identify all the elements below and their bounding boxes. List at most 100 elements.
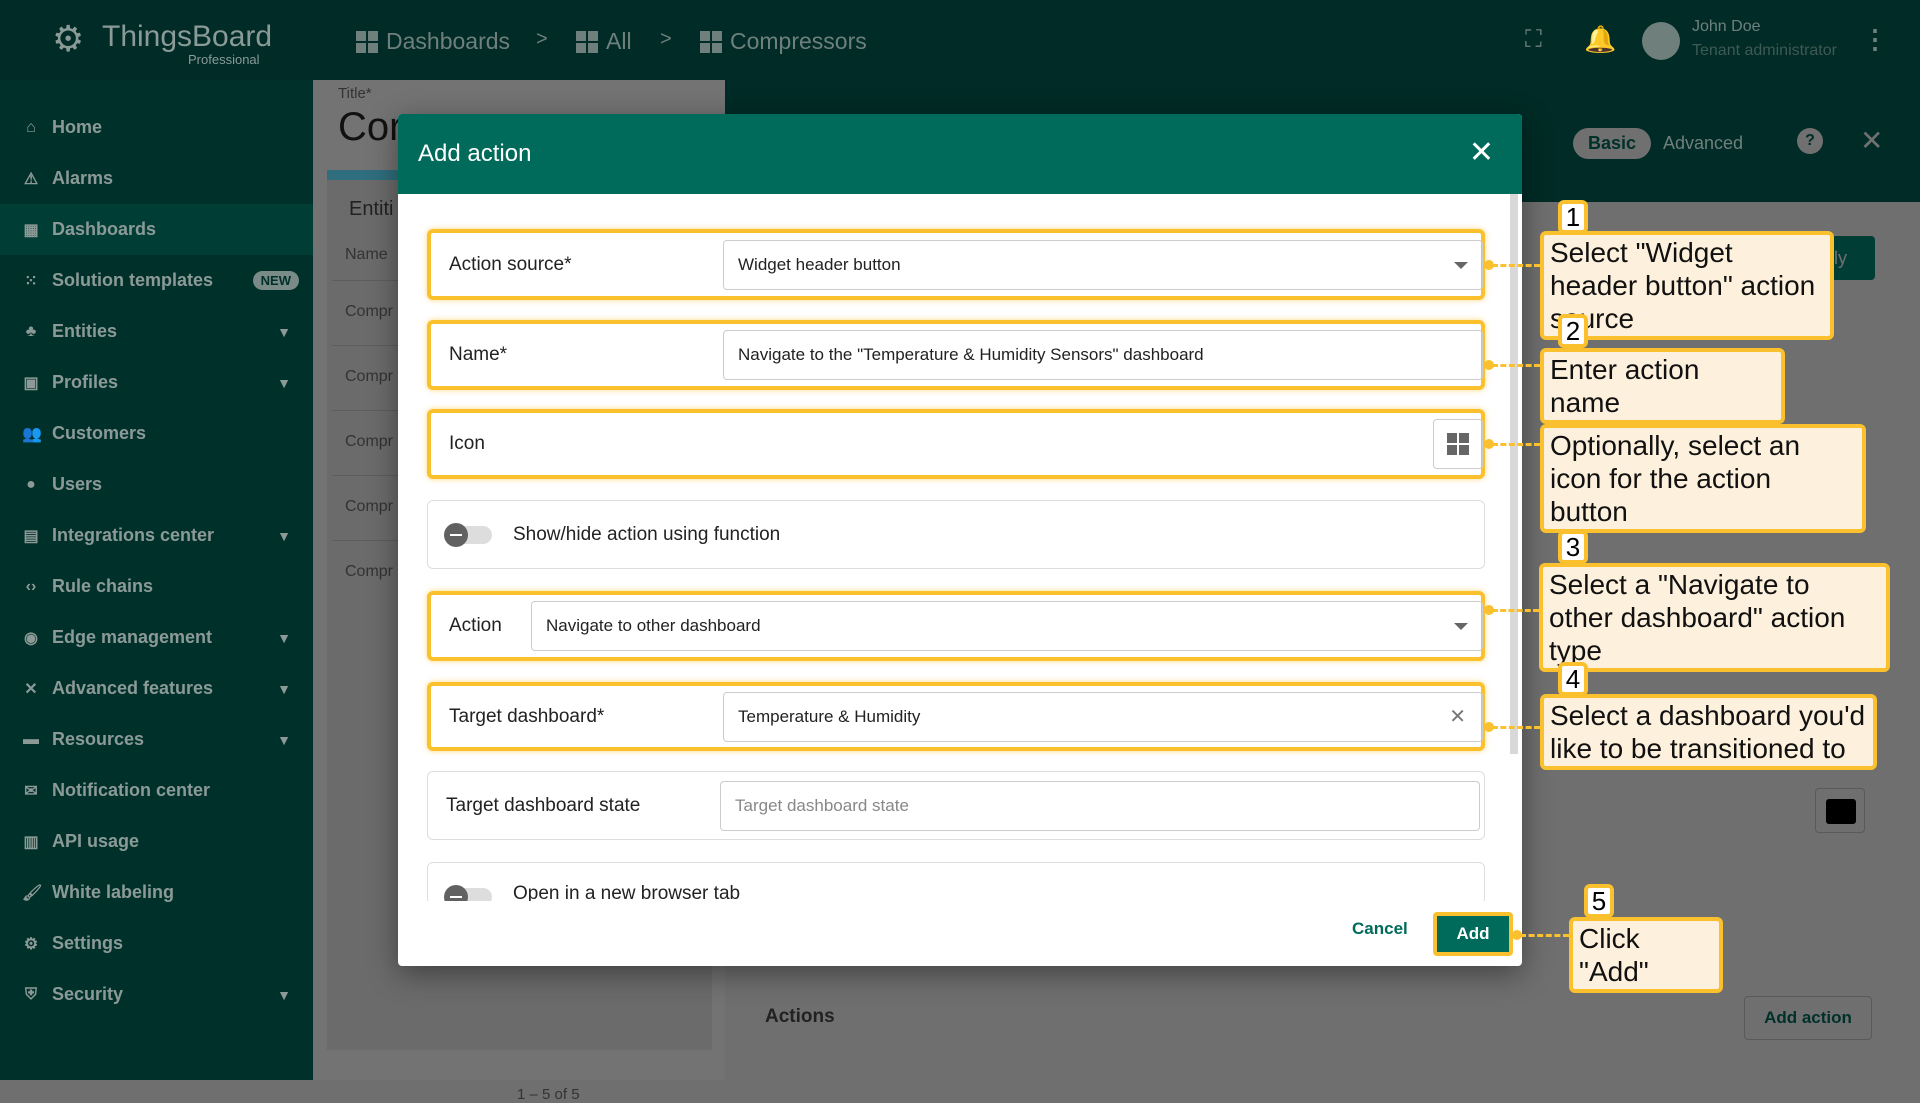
sidebar-item-solution-templates[interactable]: ⁙ Solution templates NEW: [0, 255, 313, 306]
chevron-down-icon[interactable]: ▼: [277, 528, 291, 544]
sidebar-item-advanced-features[interactable]: ✕ Advanced features ▼: [0, 663, 313, 714]
callout-5: Click "Add": [1569, 917, 1723, 993]
sidebar-item-dashboards[interactable]: ▦ Dashboards: [0, 204, 313, 255]
sidebar-item-security[interactable]: ⛨ Security ▼: [0, 969, 313, 1020]
edge-management-icon: ◉: [24, 629, 38, 647]
clip: Open in a new browser tab: [398, 862, 1508, 901]
clear-icon[interactable]: ✕: [1449, 704, 1466, 729]
select-value: Navigate to other dashboard: [546, 616, 761, 635]
entities-icon: ♣: [25, 322, 37, 340]
more-menu-icon[interactable]: ⋮: [1862, 24, 1888, 55]
name-label: Name*: [449, 344, 508, 365]
close-icon[interactable]: ✕: [1469, 138, 1494, 168]
action-source-select[interactable]: Widget header button: [723, 239, 1483, 290]
breadcrumb-separator: >: [536, 28, 548, 50]
sidebar-item-profiles[interactable]: ▣ Profiles ▼: [0, 357, 313, 408]
chevron-down-icon[interactable]: ▼: [277, 630, 291, 646]
advanced-features-icon: ✕: [24, 680, 38, 698]
sidebar-item-white-labeling[interactable]: 🖌 White labeling: [0, 867, 313, 918]
add-label: Add: [1456, 924, 1490, 943]
action-row: Action Navigate to other dashboard: [427, 591, 1485, 661]
target-state-row: Target dashboard state Target dashboard …: [427, 771, 1485, 840]
sidebar-item-edge-management[interactable]: ◉ Edge management ▼: [0, 612, 313, 663]
title-label: Title*: [338, 85, 372, 102]
callout-connector: [1492, 609, 1539, 612]
target-state-input[interactable]: Target dashboard state: [720, 780, 1480, 831]
color-swatch[interactable]: [1815, 788, 1865, 833]
close-settings-icon[interactable]: ✕: [1860, 124, 1883, 157]
icon-picker-button[interactable]: [1433, 419, 1483, 469]
callout-number: 2: [1558, 314, 1588, 348]
callout-3: Select a "Navigate to other dashboard" a…: [1539, 563, 1890, 672]
breadcrumb-label: Compressors: [730, 28, 867, 54]
add-button[interactable]: Add: [1433, 912, 1513, 956]
sidebar-item-users[interactable]: ● Users: [0, 459, 313, 510]
chevron-down-icon[interactable]: ▼: [277, 732, 291, 748]
input-value: Navigate to the "Temperature & Humidity …: [738, 345, 1204, 364]
sidebar-item-integrations-center[interactable]: ▤ Integrations center ▼: [0, 510, 313, 561]
sidebar-item-customers[interactable]: 👥 Customers: [0, 408, 313, 459]
callout-2: Enter action name: [1540, 348, 1785, 424]
target-dashboard-label: Target dashboard*: [449, 705, 605, 727]
action-label: Action: [449, 615, 502, 636]
input-placeholder: Target dashboard state: [735, 795, 909, 815]
resources-icon: ▬: [23, 730, 39, 748]
breadcrumb-label: Dashboards: [386, 28, 511, 54]
widget-title: Entiti: [349, 198, 394, 220]
sidebar-item-rule-chains[interactable]: ‹› Rule chains: [0, 561, 313, 612]
icon-row: Icon: [427, 409, 1485, 479]
chevron-down-icon[interactable]: ▼: [277, 375, 291, 391]
basic-mode-toggle[interactable]: Basic: [1573, 128, 1652, 159]
callout-4: Select a dashboard you'd like to be tran…: [1540, 694, 1877, 770]
actions-heading: Actions: [765, 1006, 835, 1027]
icon-label: Icon: [449, 433, 485, 454]
action-source-row: Action source* Widget header button: [427, 229, 1485, 300]
cancel-button[interactable]: Cancel: [1352, 919, 1408, 939]
sidebar-item-label: Profiles: [52, 372, 119, 392]
logo[interactable]: ⚙ ThingsBoard Professional: [52, 16, 272, 68]
action-type-select[interactable]: Navigate to other dashboard: [531, 601, 1483, 651]
dialog-header: Add action: [398, 114, 1522, 194]
dashboard-icon: [356, 30, 378, 53]
sidebar-item-settings[interactable]: ⚙ Settings: [0, 918, 313, 969]
customers-icon: 👥: [22, 425, 42, 443]
chevron-down-icon[interactable]: ▼: [277, 681, 291, 697]
show-hide-toggle[interactable]: [444, 522, 492, 547]
sidebar-item-entities[interactable]: ♣ Entities ▼: [0, 306, 313, 357]
advanced-mode-toggle[interactable]: Advanced: [1663, 133, 1743, 154]
breadcrumb-all[interactable]: All: [576, 28, 632, 55]
dashboards-icon: ▦: [23, 221, 39, 239]
sidebar-item-label: Advanced features: [52, 678, 214, 698]
help-icon[interactable]: ?: [1797, 128, 1823, 154]
integrations-center-icon: ▤: [23, 527, 39, 545]
new-tab-toggle[interactable]: [444, 885, 492, 901]
sidebar-item-label: Security: [52, 984, 124, 1004]
profiles-icon: ▣: [23, 374, 39, 392]
avatar[interactable]: [1642, 22, 1680, 60]
settings-icon: ⚙: [23, 935, 39, 953]
name-row: Name* Navigate to the "Temperature & Hum…: [427, 320, 1485, 390]
sidebar-item-alarms[interactable]: ⚠ Alarms: [0, 153, 313, 204]
bell-icon[interactable]: 🔔: [1584, 24, 1616, 55]
logo-icon: ⚙: [52, 18, 85, 59]
callout-connector: [1492, 264, 1540, 267]
sidebar-item-home[interactable]: ⌂ Home: [0, 102, 313, 153]
sidebar-item-label: White labeling: [52, 882, 175, 902]
sidebar-item-resources[interactable]: ▬ Resources ▼: [0, 714, 313, 765]
sidebar-item-label: Resources: [52, 729, 145, 749]
chevron-down-icon[interactable]: ▼: [277, 324, 291, 340]
target-dashboard-input[interactable]: Temperature & Humidity ✕: [723, 691, 1483, 742]
notification-center-icon: ✉: [24, 782, 38, 800]
breadcrumb-compressors[interactable]: Compressors: [700, 28, 867, 55]
scrollbar[interactable]: [1510, 194, 1518, 754]
breadcrumb-dashboards[interactable]: Dashboards: [356, 28, 510, 55]
new-badge: NEW: [252, 271, 299, 290]
chevron-down-icon[interactable]: ▼: [277, 987, 291, 1003]
fullscreen-icon[interactable]: ⛶: [1525, 26, 1542, 54]
solution-templates-icon: ⁙: [24, 272, 38, 290]
name-input[interactable]: Navigate to the "Temperature & Humidity …: [723, 330, 1483, 380]
add-action-button[interactable]: Add action: [1744, 996, 1872, 1040]
sidebar-item-api-usage[interactable]: ▥ API usage: [0, 816, 313, 867]
sidebar-item-notification-center[interactable]: ✉ Notification center: [0, 765, 313, 816]
callout-connector: [1492, 443, 1540, 446]
